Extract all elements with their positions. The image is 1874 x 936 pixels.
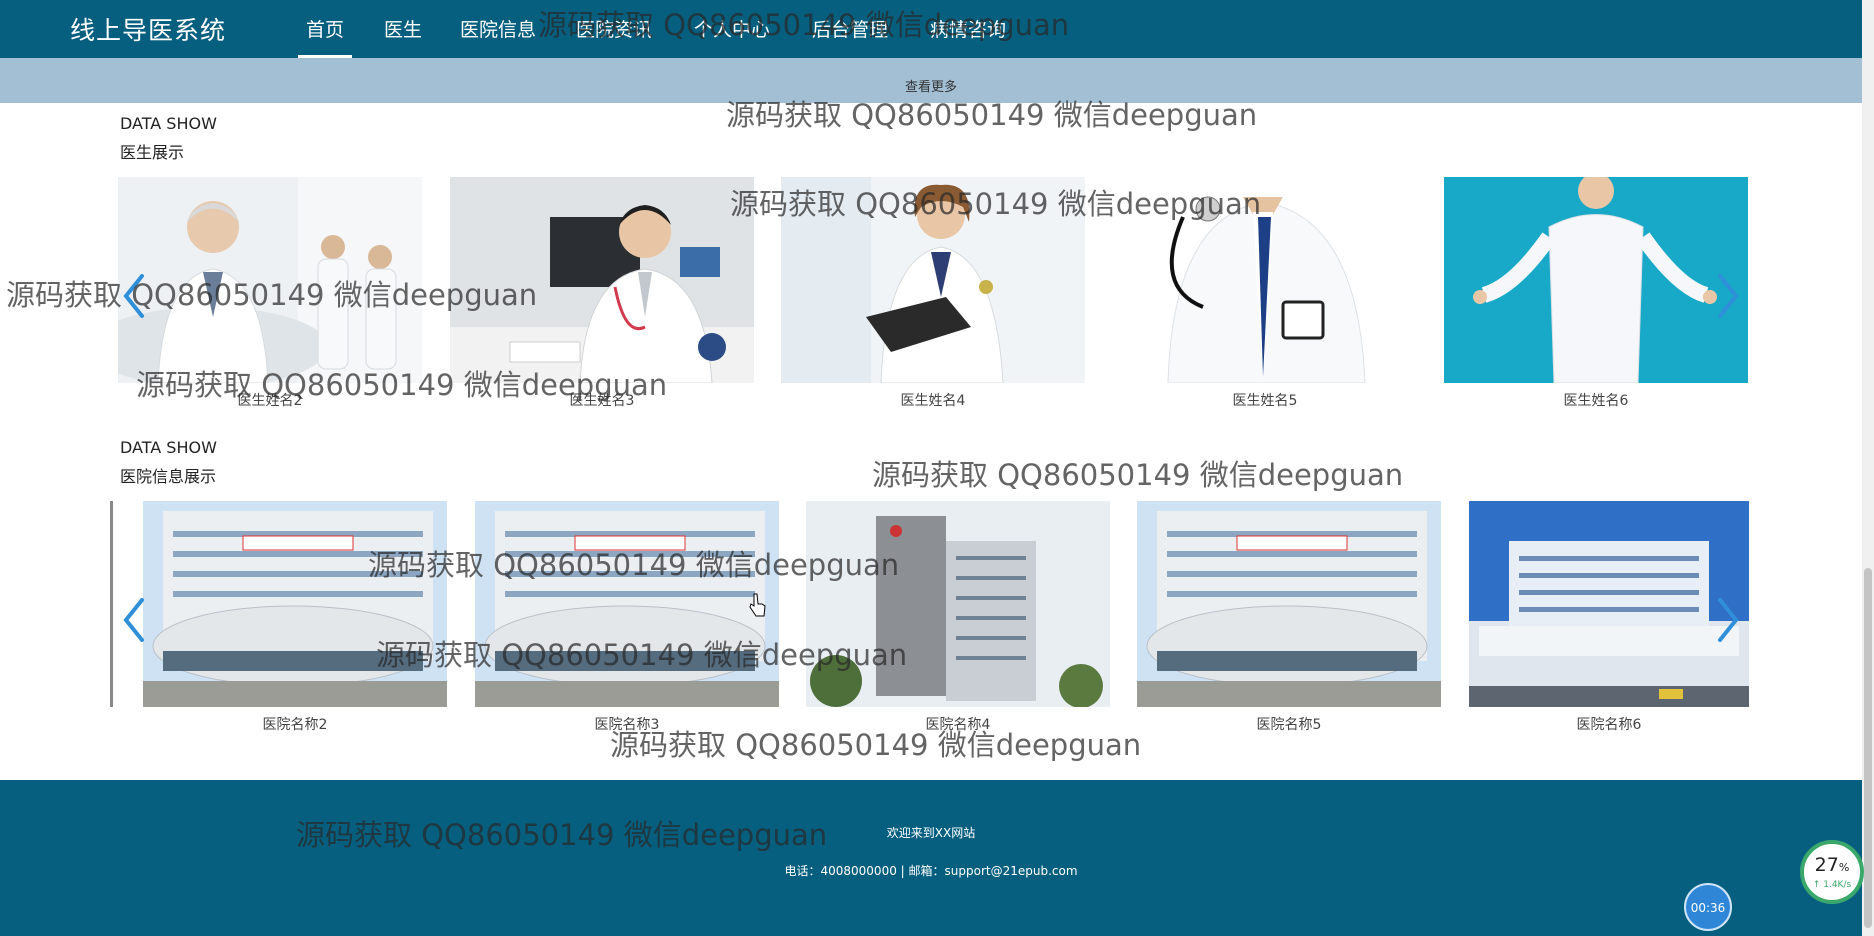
doctor-photo[interactable] <box>1113 177 1417 383</box>
doctor-name[interactable]: 医生姓名6 <box>1444 390 1748 410</box>
timer-widget[interactable]: 00:36 <box>1684 883 1732 931</box>
watermark: 源码获取 QQ86050149 微信deepguan <box>872 458 1404 492</box>
doctor-name[interactable]: 医生姓名2 <box>118 390 422 410</box>
timer-text: 00:36 <box>1690 901 1726 915</box>
chevron-left-icon <box>123 274 144 318</box>
doctor-section-title-cn: 医生展示 <box>120 143 185 162</box>
hospital-section-title-en: DATA SHOW <box>120 438 217 457</box>
scrollbar-thumb[interactable] <box>1864 568 1872 928</box>
hospital-photo[interactable] <box>806 501 1110 707</box>
footer-welcome: 欢迎来到XX网站 <box>886 826 976 840</box>
chevron-right-icon <box>1718 598 1739 642</box>
hospital-name[interactable]: 医院名称5 <box>1137 714 1441 734</box>
carousel-slide-edge <box>110 501 113 707</box>
page-scrollbar[interactable] <box>1862 0 1874 936</box>
nav-hospital-news[interactable]: 医院资讯 <box>576 15 652 42</box>
speed-percent: 27% <box>1814 854 1850 876</box>
doctor-photo[interactable] <box>118 177 422 383</box>
doctor-photo[interactable] <box>781 177 1085 383</box>
hospital-prev-arrow[interactable] <box>114 592 154 648</box>
speed-rate: ↑ 1.4K/s <box>1812 880 1852 890</box>
hospital-photo[interactable] <box>1137 501 1441 707</box>
doctor-photo[interactable] <box>450 177 754 383</box>
hospital-name[interactable]: 医院名称3 <box>475 714 779 734</box>
hand-cursor-icon <box>749 593 766 617</box>
nav-admin[interactable]: 后台管理 <box>812 15 888 42</box>
doctor-section-title-en: DATA SHOW <box>120 114 217 133</box>
nav-home[interactable]: 首页 <box>297 15 353 58</box>
doctor-name[interactable]: 医生姓名3 <box>450 390 754 410</box>
nav-personal-center[interactable]: 个人中心 <box>694 15 770 42</box>
hospital-section-title-cn: 医院信息展示 <box>120 467 217 486</box>
hospital-name[interactable]: 医院名称2 <box>143 714 447 734</box>
doctor-prev-arrow[interactable] <box>114 268 154 324</box>
hospital-photo[interactable] <box>475 501 779 707</box>
hospital-name[interactable]: 医院名称4 <box>806 714 1110 734</box>
chevron-left-icon <box>123 598 144 642</box>
more-band: 查看更多 <box>0 58 1862 103</box>
network-speed-widget[interactable]: 27% ↑ 1.4K/s <box>1800 840 1864 904</box>
footer: 欢迎来到XX网站 电话：4008000000 | 邮箱：support@21ep… <box>0 780 1862 936</box>
hospital-next-arrow[interactable] <box>1708 592 1748 648</box>
hospital-photo[interactable] <box>1469 501 1749 707</box>
page: 线上导医系统 首页 医生 医院信息 医院资讯 个人中心 后台管理 病情咨询 查看… <box>0 0 1874 936</box>
doctor-name[interactable]: 医生姓名5 <box>1113 390 1417 410</box>
doctor-photo[interactable] <box>1444 177 1748 383</box>
hospital-photo[interactable] <box>143 501 447 707</box>
doctor-name[interactable]: 医生姓名4 <box>781 390 1085 410</box>
nav-consultation[interactable]: 病情咨询 <box>930 15 1006 42</box>
hospital-name[interactable]: 医院名称6 <box>1469 714 1749 734</box>
top-nav: 线上导医系统 首页 医生 医院信息 医院资讯 个人中心 后台管理 病情咨询 <box>0 0 1862 58</box>
chevron-right-icon <box>1718 274 1739 318</box>
nav-hospital-info[interactable]: 医院信息 <box>460 15 536 42</box>
nav-doctors[interactable]: 医生 <box>384 15 422 42</box>
brand-title[interactable]: 线上导医系统 <box>70 11 226 47</box>
doctor-next-arrow[interactable] <box>1708 268 1748 324</box>
footer-contact: 电话：4008000000 | 邮箱：support@21epub.com <box>784 864 1078 878</box>
view-more-link[interactable]: 查看更多 <box>0 76 1862 95</box>
